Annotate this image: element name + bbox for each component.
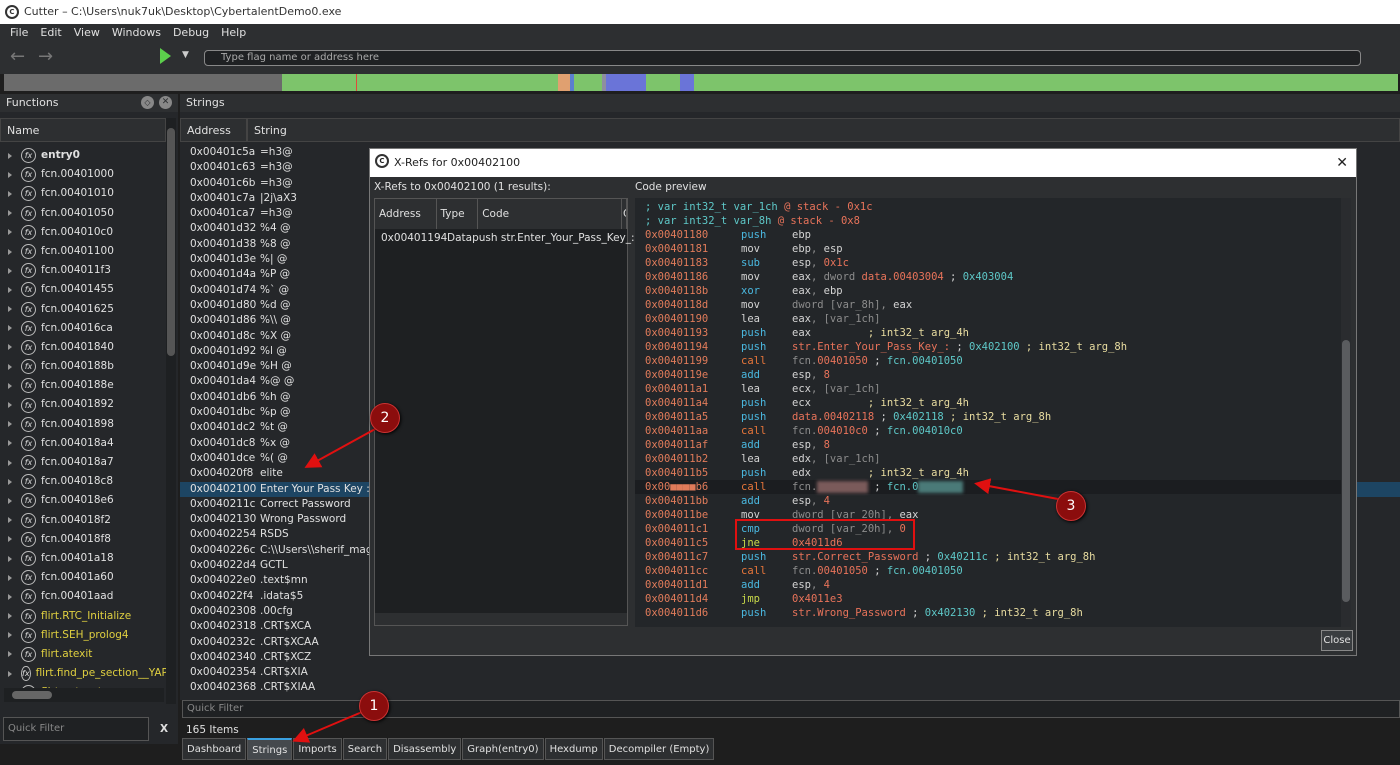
annotation-badge-2: 2	[370, 403, 400, 433]
annotation-arrows	[292, 427, 1059, 743]
arrow-1	[292, 711, 363, 743]
arrow-3	[974, 478, 1059, 500]
arrow-2	[304, 427, 378, 468]
annotation-badge-3: 3	[1056, 491, 1086, 521]
annotation-badge-1: 1	[359, 691, 389, 721]
